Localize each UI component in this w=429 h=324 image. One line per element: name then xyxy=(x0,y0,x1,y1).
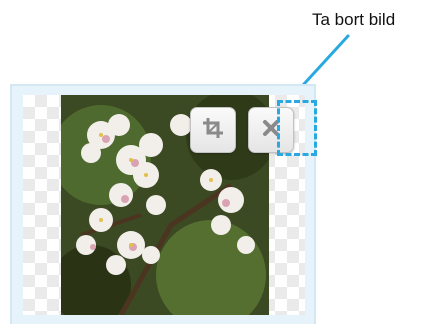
crop-icon xyxy=(201,116,225,145)
crop-button[interactable] xyxy=(190,107,236,153)
remove-button-highlight xyxy=(277,100,317,156)
annotation-label: Ta bort bild xyxy=(312,10,396,29)
image-preview xyxy=(61,95,269,315)
image-editor-frame xyxy=(10,84,316,324)
